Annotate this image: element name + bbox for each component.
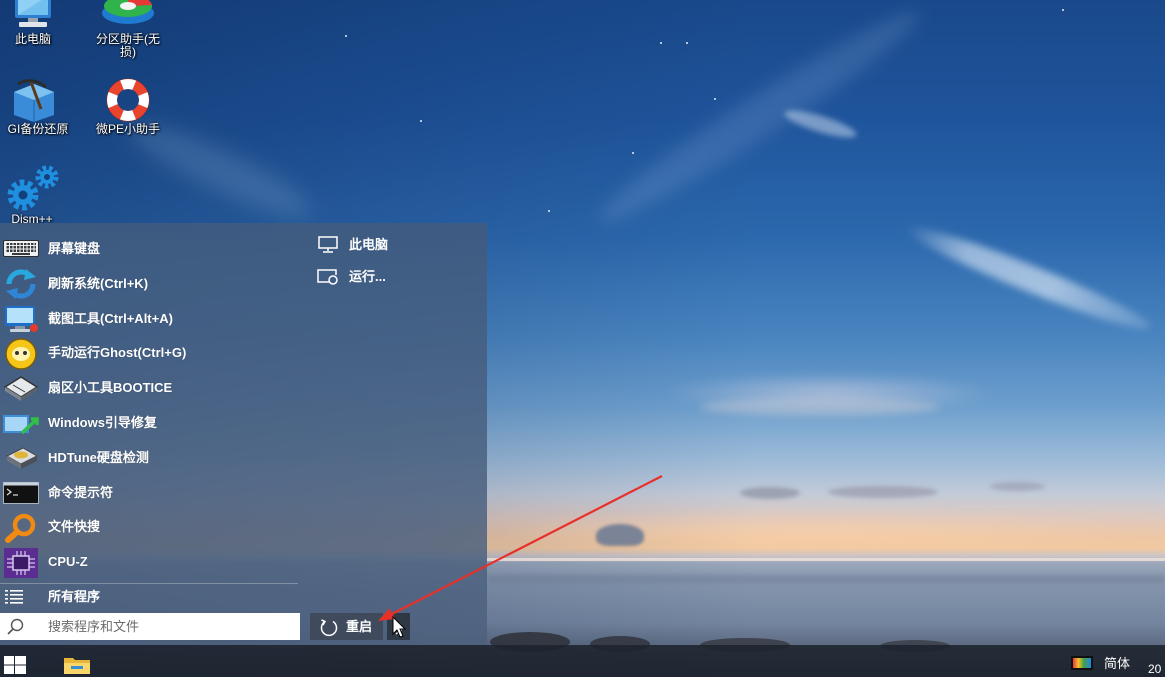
program-label: HDTune硬盘检测 <box>48 449 149 465</box>
desktop-icon-dism[interactable]: Dism++ <box>0 162 66 226</box>
desktop-icon-label: GI备份还原 <box>7 122 69 136</box>
desktop-icon-partition-assistant[interactable]: 分区助手(无损) <box>88 0 168 62</box>
start-menu: 屏幕键盘 刷新系统(Ctrl+K) 截图工具(Ctrl+Alt+A) 手动运行G… <box>0 223 487 645</box>
dark-cloud <box>596 524 644 546</box>
desktop-icon-label: 微PE小助手 <box>95 122 160 136</box>
cloud-wisp <box>589 0 930 237</box>
desktop-icon-label: 此电脑 <box>14 32 51 46</box>
desktop-icon-this-pc[interactable]: 此电脑 <box>0 0 66 50</box>
ghost-backup-icon <box>10 78 58 127</box>
hard-disk-icon <box>1 441 41 476</box>
partition-assistant-icon <box>100 0 156 31</box>
program-item-screenshot-tool[interactable]: 截图工具(Ctrl+Alt+A) <box>0 302 300 337</box>
restart-icon <box>319 617 339 637</box>
computer-icon <box>9 0 57 35</box>
program-label: CPU-Z <box>48 554 88 570</box>
boot-repair-icon <box>1 406 41 441</box>
taskbar: 简体 20 <box>0 645 1165 677</box>
keyboard-icon <box>1 232 41 267</box>
windows-logo-icon <box>4 656 26 675</box>
horizon-line <box>487 558 1165 561</box>
star <box>714 98 716 100</box>
search-icon <box>6 618 24 636</box>
command-prompt-icon <box>1 476 41 511</box>
run-icon <box>316 268 340 286</box>
file-explorer-button[interactable] <box>57 645 99 677</box>
dark-cloud <box>990 482 1045 491</box>
sea-streak <box>487 575 1165 583</box>
program-label: 截图工具(Ctrl+Alt+A) <box>48 310 173 326</box>
program-item-windows-boot-repair[interactable]: Windows引导修复 <box>0 406 300 441</box>
desktop-icon-gi-backup[interactable]: GI备份还原 <box>0 76 76 138</box>
cpu-chip-icon <box>1 545 41 580</box>
input-method-label[interactable]: 简体 <box>1104 657 1130 671</box>
lifebuoy-icon <box>102 78 154 127</box>
restart-label: 重启 <box>346 619 373 634</box>
program-label: Windows引导修复 <box>48 414 157 430</box>
magnifier-icon <box>1 510 41 545</box>
star <box>1062 9 1064 11</box>
desktop-icon-label: 分区助手(无损) <box>96 32 160 59</box>
clock[interactable]: 20 <box>1148 663 1161 676</box>
program-label: 刷新系统(Ctrl+K) <box>48 275 149 291</box>
dark-cloud <box>828 486 938 498</box>
program-item-hdtune[interactable]: HDTune硬盘检测 <box>0 441 300 476</box>
ghost-icon <box>1 336 41 371</box>
program-label: 手动运行Ghost(Ctrl+G) <box>48 345 187 361</box>
program-label: 屏幕键盘 <box>48 241 101 256</box>
program-item-bootice[interactable]: 扇区小工具BOOTICE <box>0 371 300 406</box>
computer-outline-icon <box>316 236 340 254</box>
input-method-icon[interactable] <box>1071 656 1093 670</box>
star <box>420 120 422 122</box>
cloud-wisp <box>700 398 940 416</box>
star <box>345 35 347 37</box>
mouse-cursor-icon <box>392 615 407 638</box>
list-icon <box>5 589 25 605</box>
cloud-wisp <box>900 215 1156 340</box>
all-programs-button[interactable]: 所有程序 <box>0 584 300 610</box>
desktop-screen: 此电脑 分区助手(无损) GI备份还原 微PE小助手 Dism++ 屏幕键盘 刷… <box>0 0 1165 677</box>
place-item-this-pc[interactable]: 此电脑 <box>312 232 482 258</box>
program-item-cpu-z[interactable]: CPU-Z <box>0 545 300 580</box>
restart-button[interactable]: 重启 <box>310 613 383 640</box>
folder-icon <box>63 655 91 675</box>
program-item-ghost[interactable]: 手动运行Ghost(Ctrl+G) <box>0 336 300 371</box>
desktop-icon-wepe-helper[interactable]: 微PE小助手 <box>88 76 168 138</box>
program-item-file-search[interactable]: 文件快搜 <box>0 510 300 545</box>
program-label: 扇区小工具BOOTICE <box>48 380 173 396</box>
program-list: 屏幕键盘 刷新系统(Ctrl+K) 截图工具(Ctrl+Alt+A) 手动运行G… <box>0 232 300 580</box>
search-box[interactable] <box>0 613 300 640</box>
horizon-glow <box>487 512 1165 552</box>
screenshot-monitor-icon <box>1 302 41 337</box>
refresh-icon <box>1 267 41 302</box>
bootice-disk-icon <box>1 371 41 406</box>
dark-cloud <box>740 487 800 499</box>
search-input[interactable] <box>40 613 296 640</box>
star <box>632 152 634 154</box>
program-item-command-prompt[interactable]: 命令提示符 <box>0 476 300 511</box>
star <box>660 42 662 44</box>
star <box>686 42 688 44</box>
program-item-screen-keyboard[interactable]: 屏幕键盘 <box>0 232 300 267</box>
star <box>548 210 550 212</box>
place-label: 运行... <box>349 269 386 284</box>
program-item-refresh-system[interactable]: 刷新系统(Ctrl+K) <box>0 267 300 302</box>
program-label: 命令提示符 <box>48 484 114 500</box>
all-programs-label: 所有程序 <box>48 589 101 604</box>
place-item-run[interactable]: 运行... <box>312 264 482 290</box>
start-button[interactable] <box>0 645 32 677</box>
place-label: 此电脑 <box>349 237 389 252</box>
gears-icon <box>3 163 63 218</box>
program-label: 文件快搜 <box>48 519 101 535</box>
